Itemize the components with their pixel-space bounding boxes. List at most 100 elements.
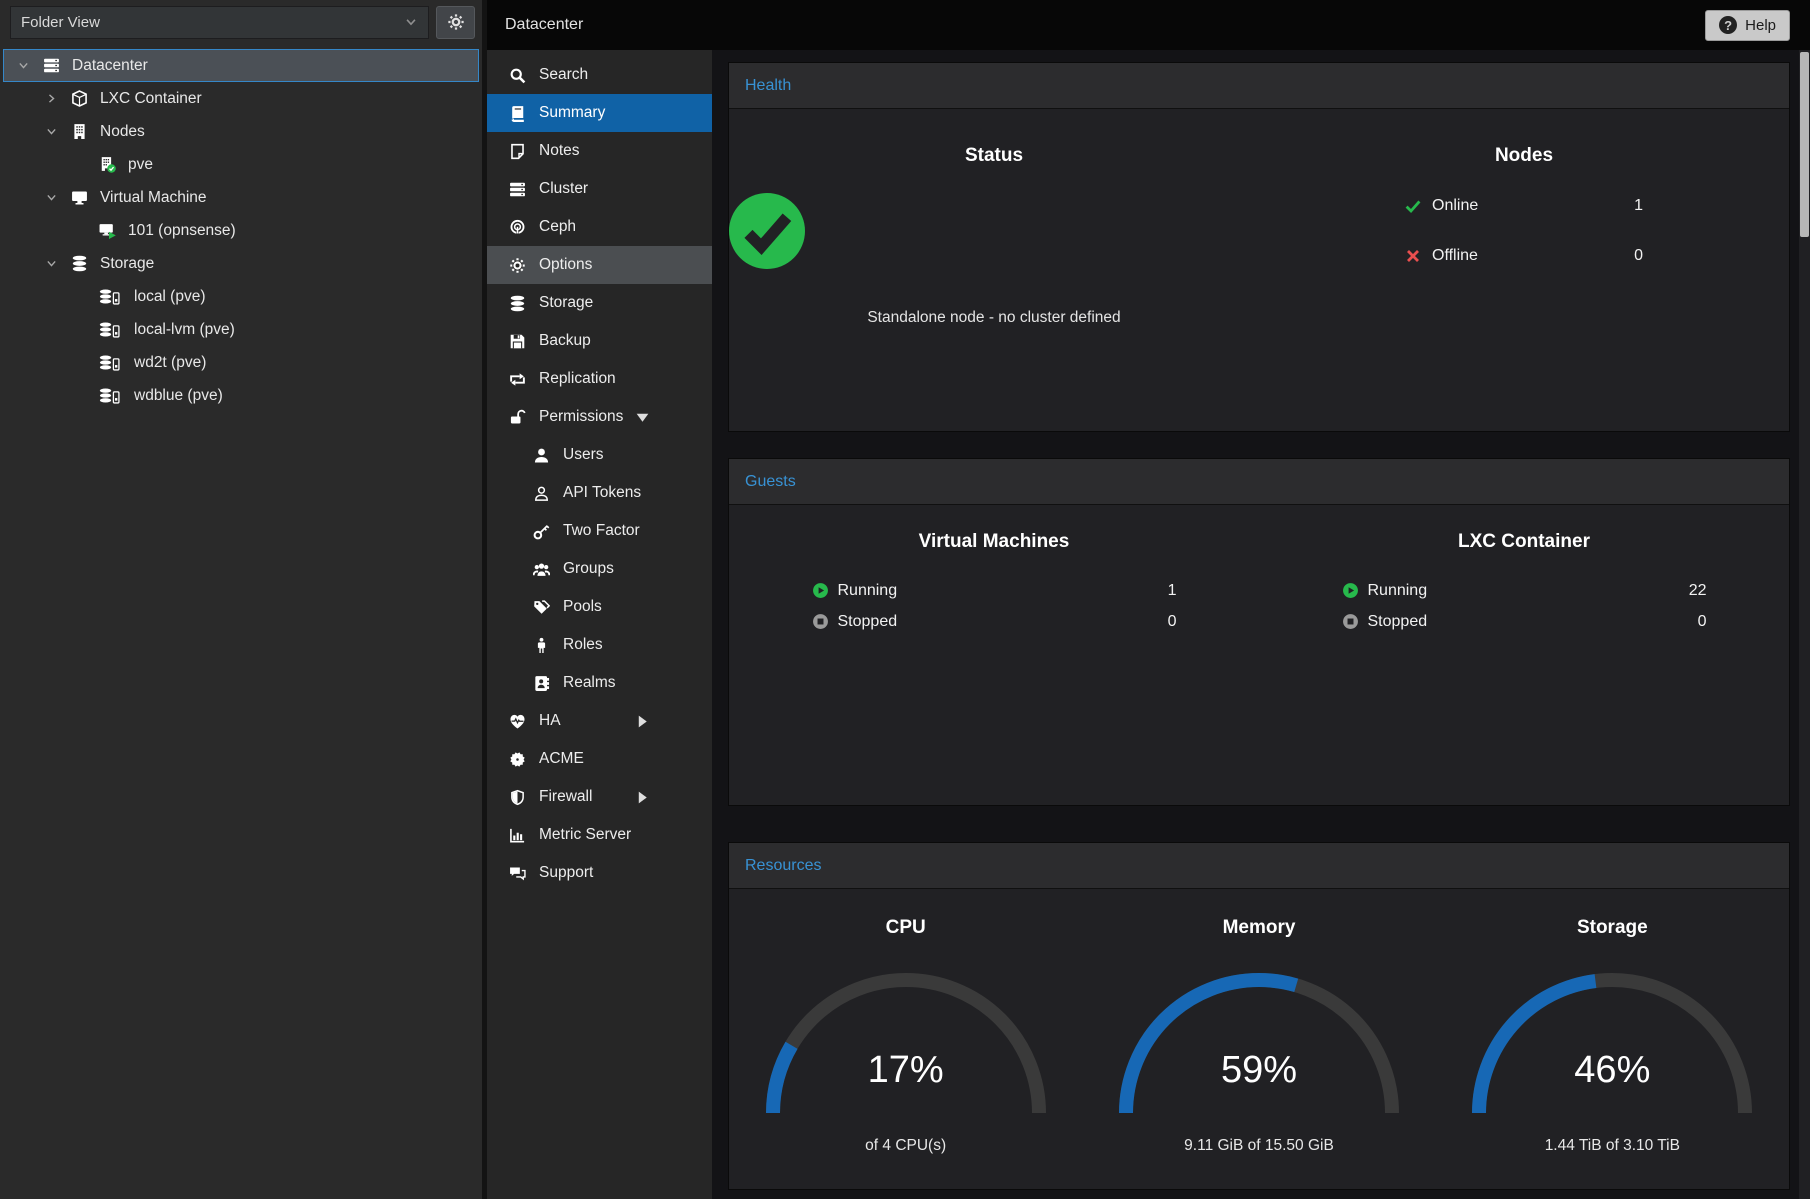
expander-expanded-icon[interactable] xyxy=(17,59,39,72)
certificate-icon xyxy=(509,751,527,768)
tree-node-storage[interactable]: Storage xyxy=(3,247,479,280)
expander-expanded-icon[interactable] xyxy=(45,125,67,138)
gauge-sublabel: of 4 CPU(s) xyxy=(865,1137,946,1155)
check-icon xyxy=(1405,198,1423,214)
nav-item-label: API Tokens xyxy=(563,484,641,502)
nav-item-label: Users xyxy=(563,446,603,464)
guest-row-label: Running xyxy=(838,582,898,600)
gear-icon xyxy=(447,13,465,31)
user-o-icon xyxy=(533,485,551,502)
resource-gauge-storage: Storage46%1.44 TiB of 3.10 TiB xyxy=(1436,917,1789,1155)
nav-item-backup[interactable]: Backup xyxy=(487,322,712,360)
nav-item-label: Notes xyxy=(539,142,580,160)
tree-settings-button[interactable] xyxy=(436,6,475,39)
nav-item-cluster[interactable]: Cluster xyxy=(487,170,712,208)
database-drive-icon xyxy=(95,354,125,371)
bar-chart-icon xyxy=(509,827,527,844)
server-icon xyxy=(39,57,63,74)
nav-item-api-tokens[interactable]: API Tokens xyxy=(487,474,712,512)
nav-item-ha[interactable]: HA xyxy=(487,702,712,740)
resources-body: CPU17%of 4 CPU(s)Memory59%9.11 GiB of 15… xyxy=(729,889,1789,1189)
nav-item-label: Groups xyxy=(563,560,614,578)
gauge-percent: 17% xyxy=(761,1049,1051,1092)
tree-node-datacenter[interactable]: Datacenter xyxy=(3,49,479,82)
tree-node-label: 101 (opnsense) xyxy=(128,222,236,240)
nav-item-label: Permissions xyxy=(539,408,623,426)
node-status-value: 1 xyxy=(1634,197,1643,215)
tree-node-lxc-container[interactable]: LXC Container xyxy=(3,82,479,115)
chevron-down-icon xyxy=(404,15,418,29)
nav-item-acme[interactable]: ACME xyxy=(487,740,712,778)
caret-down-icon xyxy=(634,409,652,426)
cluster-status-column: Status Standalone node - no cluster defi… xyxy=(729,145,1259,401)
nav-item-label: Storage xyxy=(539,294,593,312)
nav-item-firewall[interactable]: Firewall xyxy=(487,778,712,816)
nav-item-summary[interactable]: Summary xyxy=(487,94,712,132)
nav-item-users[interactable]: Users xyxy=(487,436,712,474)
gauge-heading: CPU xyxy=(886,917,926,939)
node-status-row-online: Online1 xyxy=(1405,181,1643,231)
tree-node-local-pve[interactable]: local (pve) xyxy=(3,280,479,313)
nav-item-metric-server[interactable]: Metric Server xyxy=(487,816,712,854)
status-heading: Status xyxy=(729,145,1259,167)
node-status-label: Offline xyxy=(1432,247,1478,265)
expander-spacer xyxy=(73,290,95,303)
tree-node-label: Nodes xyxy=(100,123,145,141)
stop-circle-icon xyxy=(1342,613,1359,630)
nav-item-groups[interactable]: Groups xyxy=(487,550,712,588)
tree-node-nodes[interactable]: Nodes xyxy=(3,115,479,148)
help-button[interactable]: ? Help xyxy=(1705,10,1790,41)
expander-collapsed-icon[interactable] xyxy=(45,92,67,105)
nodes-heading: Nodes xyxy=(1259,145,1789,167)
content-header: Datacenter ? Help xyxy=(487,0,1810,50)
tree-node-101-opnsense[interactable]: 101 (opnsense) xyxy=(3,214,479,247)
view-selector[interactable]: Folder View xyxy=(10,6,429,39)
cluster-status-message: Standalone node - no cluster defined xyxy=(729,309,1259,327)
floppy-icon xyxy=(509,333,527,350)
nav-item-options[interactable]: Options xyxy=(487,246,712,284)
tree-node-wd2t-pve[interactable]: wd2t (pve) xyxy=(3,346,479,379)
tree-node-label: Datacenter xyxy=(72,57,148,75)
guest-row-value: 0 xyxy=(1698,613,1707,631)
health-panel-header: Health xyxy=(729,63,1789,109)
users-icon xyxy=(533,561,551,578)
health-panel-title: Health xyxy=(745,77,791,95)
nav-item-search[interactable]: Search xyxy=(487,56,712,94)
guests-panel-header: Guests xyxy=(729,459,1789,505)
heartbeat-icon xyxy=(509,713,527,730)
gauge-sublabel: 1.44 TiB of 3.10 TiB xyxy=(1545,1137,1680,1155)
desktop-play-icon xyxy=(95,222,119,239)
gauge-sublabel: 9.11 GiB of 15.50 GiB xyxy=(1184,1137,1334,1155)
nav-item-two-factor[interactable]: Two Factor xyxy=(487,512,712,550)
database-drive-icon xyxy=(95,288,125,305)
nav-item-ceph[interactable]: Ceph xyxy=(487,208,712,246)
nav-item-pools[interactable]: Pools xyxy=(487,588,712,626)
scrollbar-thumb[interactable] xyxy=(1800,52,1809,237)
vertical-scrollbar[interactable] xyxy=(1799,50,1810,1199)
guest-row-value: 0 xyxy=(1168,613,1177,631)
expander-spacer xyxy=(73,389,95,402)
user-icon xyxy=(533,447,551,464)
guest-group-lxc-container: LXC ContainerRunning22Stopped0 xyxy=(1259,531,1789,637)
gauge-heading: Memory xyxy=(1223,917,1296,939)
tree-node-label: local-lvm (pve) xyxy=(134,321,235,339)
nav-item-permissions[interactable]: Permissions xyxy=(487,398,712,436)
tree-node-virtual-machine[interactable]: Virtual Machine xyxy=(3,181,479,214)
nav-item-roles[interactable]: Roles xyxy=(487,626,712,664)
nav-item-notes[interactable]: Notes xyxy=(487,132,712,170)
nav-item-support[interactable]: Support xyxy=(487,854,712,892)
note-icon xyxy=(509,143,527,160)
nav-item-replication[interactable]: Replication xyxy=(487,360,712,398)
tree-node-pve[interactable]: pve xyxy=(3,148,479,181)
tree-node-local-lvm-pve[interactable]: local-lvm (pve) xyxy=(3,313,479,346)
nav-item-storage[interactable]: Storage xyxy=(487,284,712,322)
guest-group-virtual-machines: Virtual MachinesRunning1Stopped0 xyxy=(729,531,1259,637)
expander-expanded-icon[interactable] xyxy=(45,257,67,270)
expander-expanded-icon[interactable] xyxy=(45,191,67,204)
nav-item-label: Replication xyxy=(539,370,616,388)
node-status-row-offline: Offline0 xyxy=(1405,231,1643,281)
nav-item-realms[interactable]: Realms xyxy=(487,664,712,702)
gauge-percent: 46% xyxy=(1467,1049,1757,1092)
tree-node-wdblue-pve[interactable]: wdblue (pve) xyxy=(3,379,479,412)
check-circle-icon xyxy=(729,193,805,269)
